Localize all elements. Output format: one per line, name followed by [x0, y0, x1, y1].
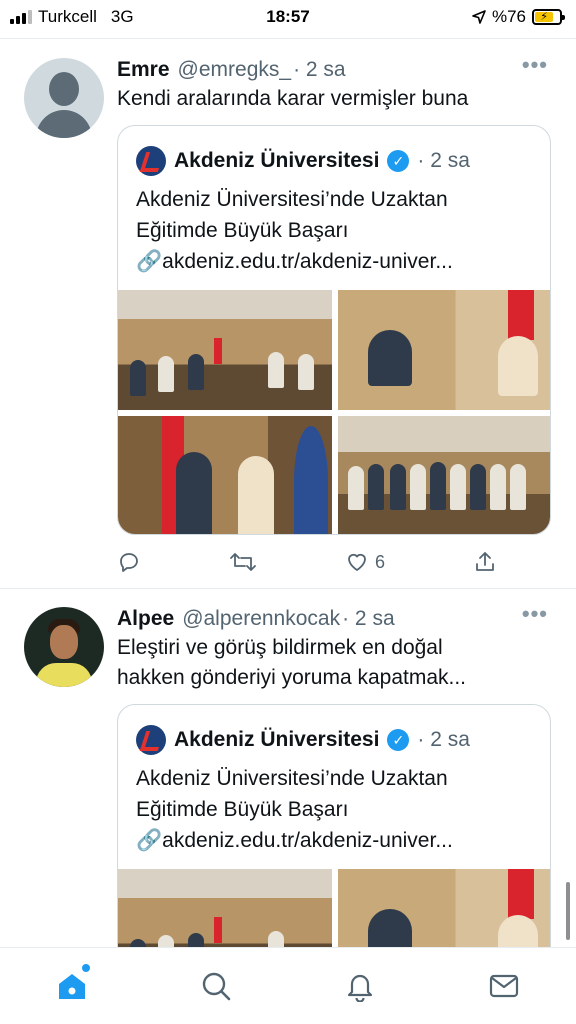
media-photo[interactable]: [118, 416, 332, 534]
battery-icon: ⚡: [532, 9, 565, 25]
media-photo[interactable]: [118, 869, 332, 947]
media-photo[interactable]: [338, 869, 550, 947]
retweet-icon: [230, 553, 256, 571]
verified-badge-icon: ✓: [387, 729, 410, 751]
tweet[interactable]: Alpee @alperennkocak · 2 sa ••• Eleştiri…: [0, 589, 576, 947]
quote-line-2: Eğitimde Büyük Başarı: [136, 798, 349, 821]
quote-link-row[interactable]: 🔗akdeniz.edu.tr/akdeniz-univer...: [136, 825, 536, 856]
network-label: 3G: [110, 7, 134, 26]
home-icon: [59, 974, 85, 999]
tweet[interactable]: Emre @emregks_ · 2 sa ••• Kendi araların…: [0, 38, 576, 588]
nav-home[interactable]: [52, 964, 92, 1006]
quote-text: Akdeniz Üniversitesi’nde Uzaktan Eğitimd…: [136, 763, 536, 856]
quote-link[interactable]: akdeniz.edu.tr/akdeniz-univer...: [162, 829, 453, 852]
university-logo-icon: [136, 725, 166, 755]
verified-badge-icon: ✓: [387, 150, 410, 172]
quote-text: Akdeniz Üniversitesi’nde Uzaktan Eğitimd…: [136, 184, 536, 277]
tweet-time: · 2 sa: [342, 607, 395, 630]
unread-dot: [82, 964, 90, 972]
more-options-icon[interactable]: •••: [522, 52, 548, 78]
heart-icon: [348, 553, 366, 571]
quote-link-row[interactable]: 🔗akdeniz.edu.tr/akdeniz-univer...: [136, 246, 536, 277]
nav-search[interactable]: [196, 966, 236, 1006]
quote-time: · 2 sa: [417, 728, 470, 751]
share-icon: [476, 552, 494, 571]
quote-header: Akdeniz Üniversitesi ✓ · 2 sa: [136, 725, 470, 755]
retweet-button[interactable]: [229, 550, 257, 574]
tweet-text-line-1: Eleştiri ve görüş bildirmek en doğal: [117, 636, 443, 659]
tweet-actions: 6: [117, 550, 497, 574]
author-handle: @emregks_: [177, 58, 292, 81]
link-icon: 🔗: [136, 829, 163, 852]
mail-icon: [489, 974, 519, 998]
tweet-text: Eleştiri ve görüş bildirmek en doğal hak…: [117, 633, 537, 693]
bell-icon: [347, 974, 373, 1002]
tweet-text: Kendi aralarında karar vermişler buna: [117, 87, 469, 110]
quote-line-1: Akdeniz Üniversitesi’nde Uzaktan: [136, 767, 448, 790]
quoted-tweet[interactable]: Akdeniz Üniversitesi ✓ · 2 sa Akdeniz Ün…: [117, 704, 551, 947]
author-name[interactable]: Alpee: [117, 607, 174, 631]
quote-header: Akdeniz Üniversitesi ✓ · 2 sa: [136, 146, 470, 176]
like-count: 6: [374, 551, 385, 572]
tweet-text-line-2: hakken gönderiyi yoruma kapatmak...: [117, 666, 467, 689]
status-right: %76 ⚡: [472, 7, 565, 27]
link-icon: 🔗: [136, 250, 163, 273]
quote-time: · 2 sa: [417, 149, 470, 172]
author-handle: @alperennkocak: [182, 607, 341, 630]
university-logo-icon: [136, 146, 166, 176]
scrollbar[interactable]: [566, 882, 570, 940]
location-arrow-icon: [472, 10, 486, 24]
signal-icon: [10, 10, 32, 24]
media-photo[interactable]: [338, 416, 550, 534]
tweet-header: Emre @emregks_ · 2 sa: [117, 58, 346, 82]
share-button[interactable]: [473, 550, 497, 574]
quote-line-1: Akdeniz Üniversitesi’nde Uzaktan: [136, 188, 448, 211]
carrier-label: Turkcell: [38, 7, 97, 26]
media-photo[interactable]: [338, 290, 550, 410]
quote-author-name: Akdeniz Üniversitesi: [174, 149, 380, 172]
tweet-header: Alpee @alperennkocak · 2 sa: [117, 607, 395, 631]
bottom-nav: [0, 947, 576, 1024]
reply-button[interactable]: [117, 550, 141, 574]
status-bar: Turkcell 3G 18:57 %76 ⚡: [0, 0, 576, 34]
avatar[interactable]: [24, 607, 104, 687]
battery-percent: %76: [491, 7, 526, 26]
more-options-icon[interactable]: •••: [522, 601, 548, 627]
media-grid: [118, 869, 550, 947]
avatar[interactable]: [24, 58, 104, 138]
like-button[interactable]: 6: [345, 550, 385, 574]
tweet-time: · 2 sa: [293, 58, 346, 81]
quote-author-name: Akdeniz Üniversitesi: [174, 728, 380, 751]
nav-notifications[interactable]: [340, 966, 380, 1006]
quoted-tweet[interactable]: Akdeniz Üniversitesi ✓ · 2 sa Akdeniz Ün…: [117, 125, 551, 535]
author-name[interactable]: Emre: [117, 58, 170, 82]
quote-link[interactable]: akdeniz.edu.tr/akdeniz-univer...: [162, 250, 453, 273]
reply-icon: [120, 553, 138, 572]
search-icon: [202, 972, 231, 1001]
media-photo[interactable]: [118, 290, 332, 410]
quote-line-2: Eğitimde Büyük Başarı: [136, 219, 349, 242]
nav-messages[interactable]: [484, 966, 524, 1006]
status-left: Turkcell 3G: [10, 7, 134, 27]
media-grid: [118, 290, 550, 534]
